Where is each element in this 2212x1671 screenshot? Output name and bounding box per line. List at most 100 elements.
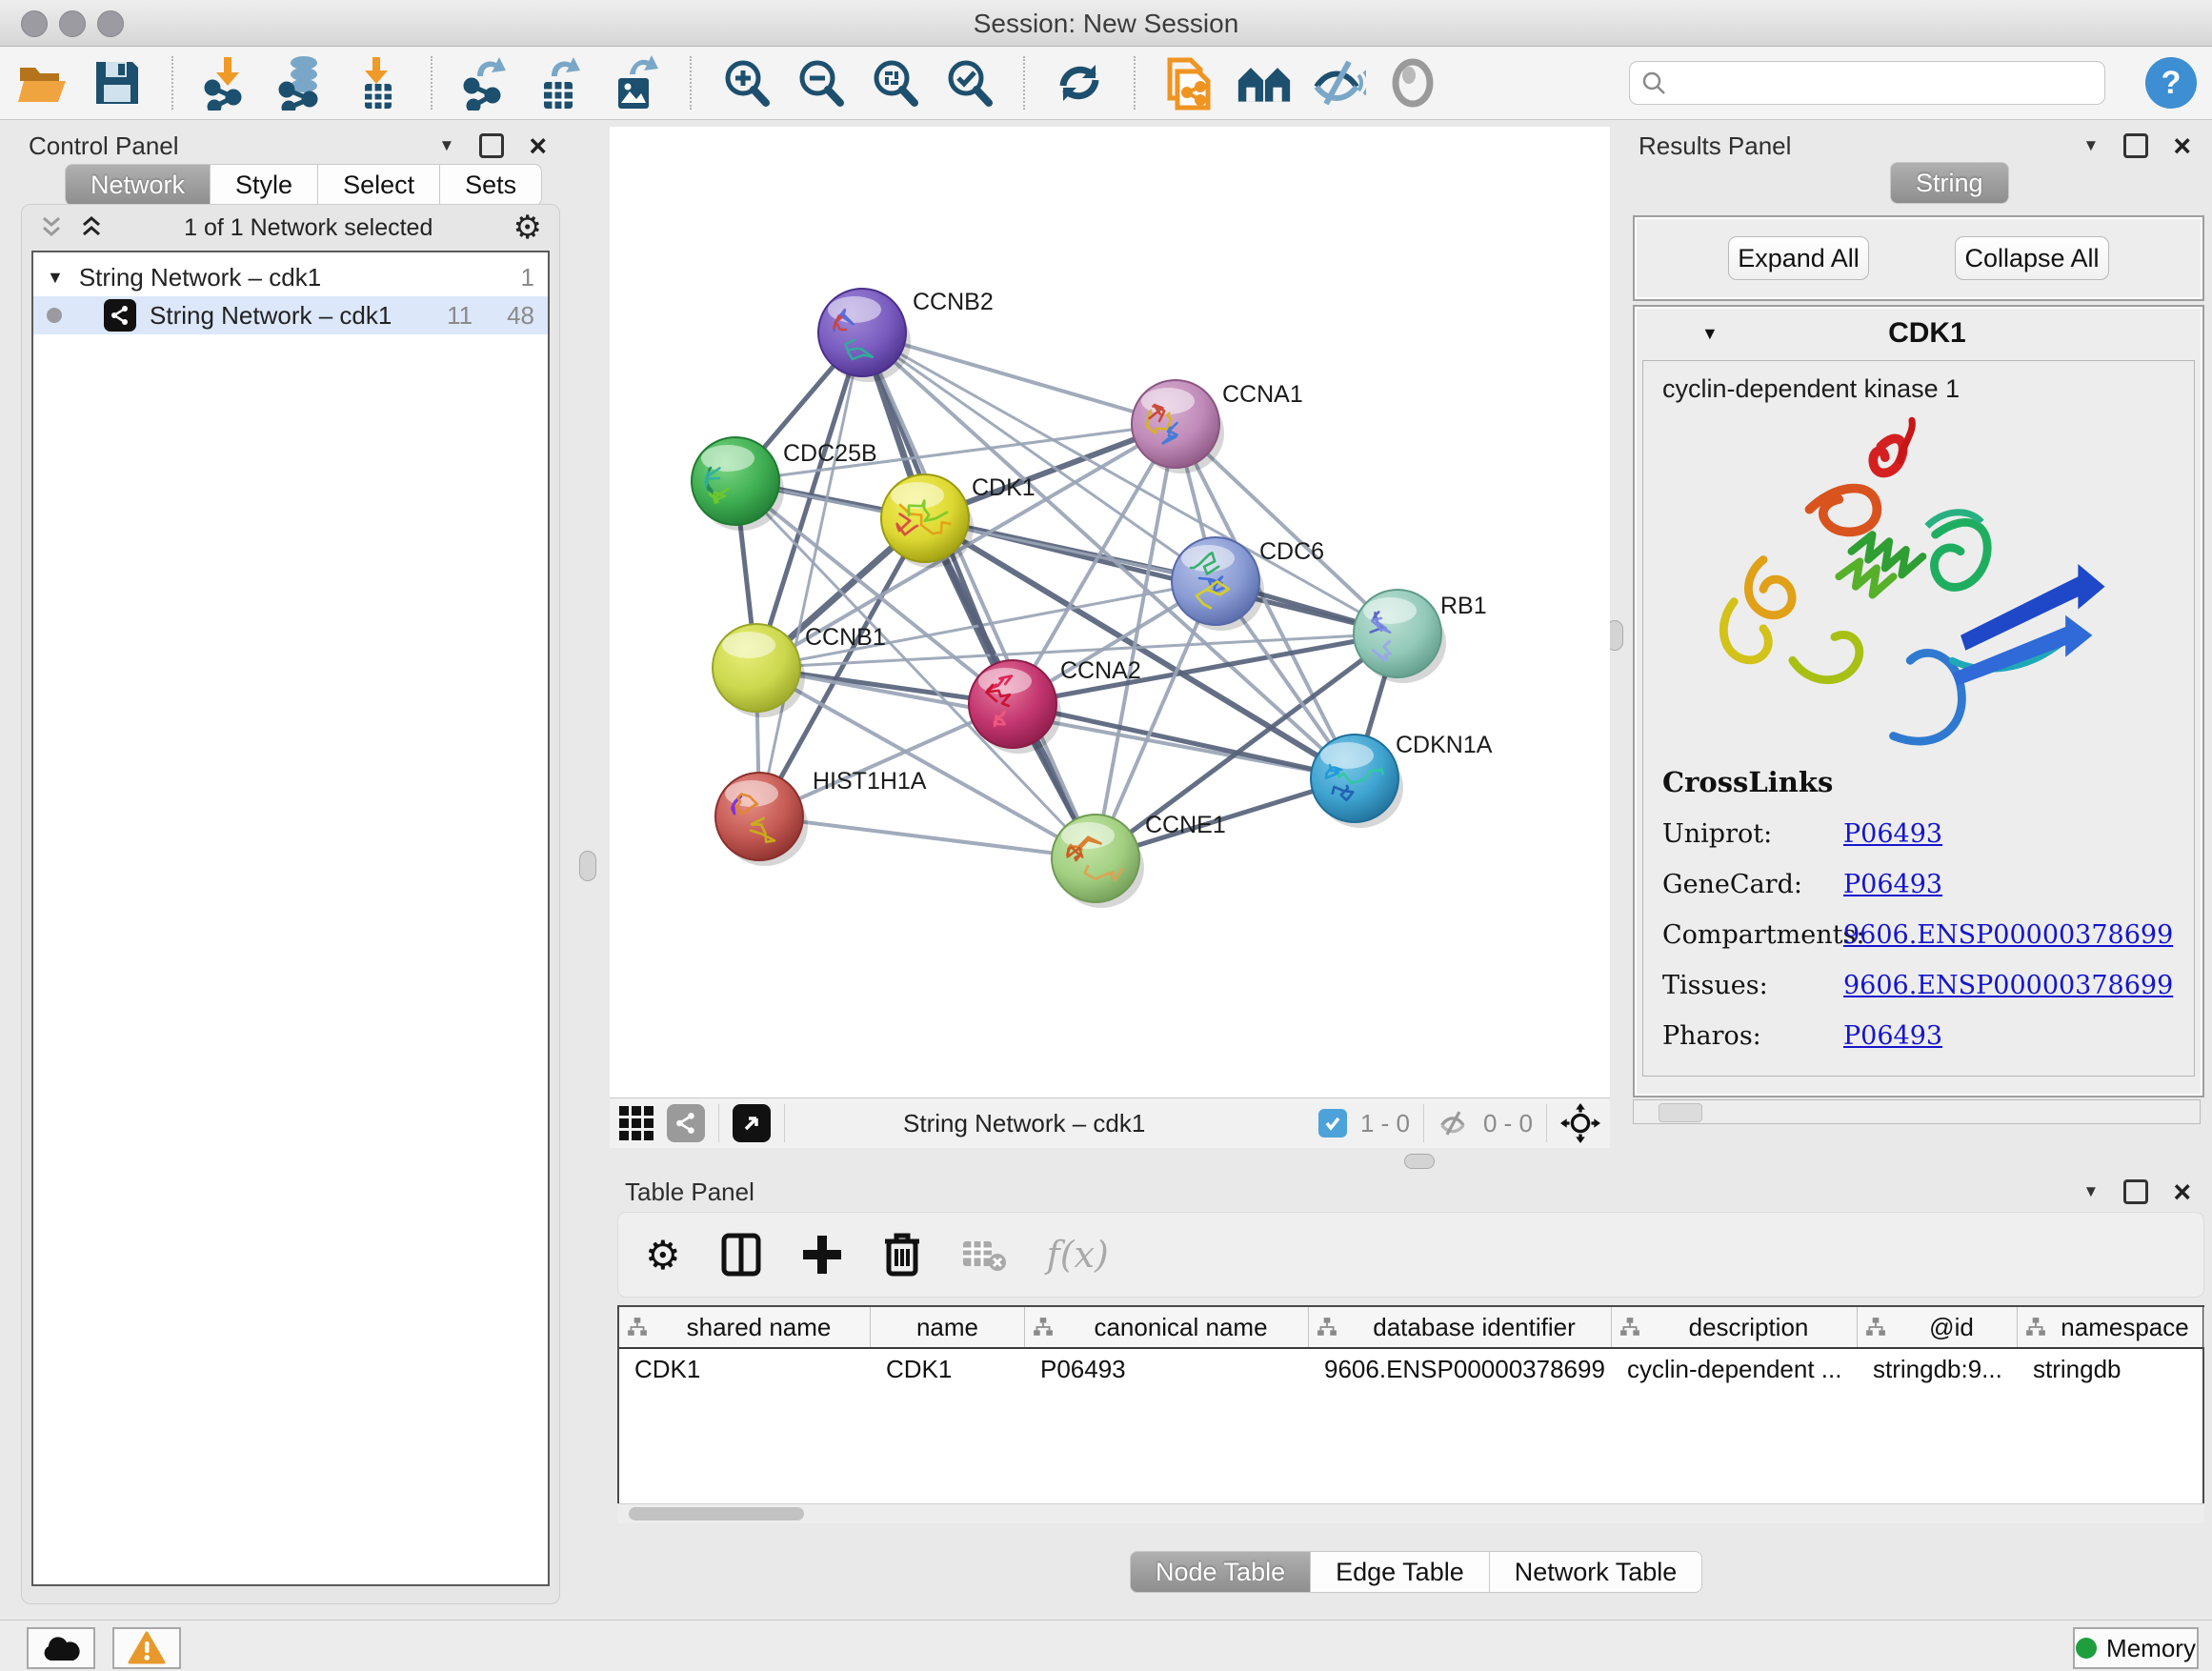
- results-horizontal-scrollbar[interactable]: [1633, 1099, 2201, 1124]
- node-CCNB1[interactable]: CCNB1: [713, 624, 886, 717]
- add-column-icon[interactable]: [801, 1234, 843, 1276]
- edge-CCNA2-CDKN1A[interactable]: [1013, 704, 1355, 778]
- search-field[interactable]: [1674, 68, 2093, 99]
- tab-style[interactable]: Style: [211, 164, 318, 206]
- share-view-icon[interactable]: [667, 1104, 705, 1142]
- table-cell[interactable]: CDK1: [871, 1355, 1025, 1384]
- scrollbar-thumb[interactable]: [629, 1507, 804, 1520]
- table-cell[interactable]: 9606.ENSP00000378699: [1309, 1355, 1612, 1384]
- import-network-database-button[interactable]: [274, 55, 330, 111]
- node-CCNB2[interactable]: CCNB2: [818, 289, 994, 382]
- tab-network[interactable]: Network: [65, 164, 211, 206]
- zoom-in-button[interactable]: [718, 55, 774, 111]
- export-table-button[interactable]: [533, 55, 589, 111]
- network-tree-child-row[interactable]: String Network – cdk1 11 48: [33, 296, 548, 334]
- column-header-canonical-name[interactable]: canonical name: [1025, 1307, 1309, 1347]
- help-button[interactable]: ?: [2145, 57, 2197, 109]
- tab-select[interactable]: Select: [318, 164, 440, 206]
- collapse-all-button[interactable]: Collapse All: [1955, 236, 2109, 280]
- panel-collapse-icon[interactable]: ▼: [2082, 1182, 2099, 1201]
- grid-view-icon[interactable]: [619, 1106, 654, 1140]
- table-horizontal-scrollbar[interactable]: [617, 1503, 2204, 1523]
- crosslink-value-link[interactable]: P06493: [1843, 819, 1942, 849]
- node-CDKN1A[interactable]: CDKN1A: [1311, 732, 1493, 828]
- column-header--id[interactable]: @id: [1858, 1307, 2018, 1347]
- scrollbar-thumb[interactable]: [1659, 1103, 1702, 1122]
- gear-icon[interactable]: ⚙: [513, 209, 542, 247]
- node-CDC25B[interactable]: CDC25B: [692, 437, 877, 531]
- entry-collapse-icon[interactable]: ▼: [1701, 324, 1719, 344]
- panel-collapse-icon[interactable]: ▼: [2082, 136, 2099, 155]
- crosslink-value-link[interactable]: P06493: [1843, 1021, 1942, 1051]
- zoom-selected-button[interactable]: [941, 55, 996, 111]
- hidden-eye-icon[interactable]: [1438, 1110, 1470, 1137]
- table-row[interactable]: CDK1CDK1P064939606.ENSP00000378699cyclin…: [619, 1349, 2202, 1389]
- tab-edge-table[interactable]: Edge Table: [1311, 1551, 1490, 1593]
- column-header-namespace[interactable]: namespace: [2018, 1307, 2204, 1347]
- table-body[interactable]: CDK1CDK1P064939606.ENSP00000378699cyclin…: [619, 1349, 2202, 1389]
- sphere-view-button[interactable]: [1385, 55, 1440, 111]
- node-RB1[interactable]: RB1: [1354, 590, 1487, 683]
- table-cell[interactable]: stringdb:9...: [1858, 1355, 2018, 1384]
- chevron-double-down-icon[interactable]: [39, 215, 64, 240]
- tab-node-table[interactable]: Node Table: [1130, 1551, 1311, 1593]
- save-session-button[interactable]: [90, 55, 145, 111]
- delete-table-icon[interactable]: [961, 1238, 1007, 1272]
- results-entry-header[interactable]: ▼ CDK1: [1635, 307, 2202, 360]
- expand-all-button[interactable]: Expand All: [1728, 236, 1869, 280]
- cloud-status-button[interactable]: [27, 1627, 95, 1669]
- column-header-description[interactable]: description: [1612, 1307, 1858, 1347]
- panel-close-icon[interactable]: ×: [529, 136, 547, 155]
- detach-view-icon[interactable]: [733, 1104, 771, 1142]
- column-header-database-identifier[interactable]: database identifier: [1309, 1307, 1612, 1347]
- column-header-shared-name[interactable]: shared name: [619, 1307, 871, 1347]
- tab-string[interactable]: String: [1890, 162, 2009, 204]
- glass-ball-toggle-button[interactable]: [1311, 55, 1366, 111]
- panel-float-icon[interactable]: [2123, 1179, 2148, 1204]
- bottom-splitter-handle[interactable]: [1404, 1154, 1435, 1169]
- panel-float-icon[interactable]: [2123, 133, 2148, 158]
- crosslink-value-link[interactable]: P06493: [1843, 870, 1942, 899]
- string-import-button[interactable]: [1162, 55, 1217, 111]
- node-CCNA1[interactable]: CCNA1: [1132, 380, 1303, 473]
- panel-collapse-icon[interactable]: ▼: [438, 136, 454, 155]
- export-network-button[interactable]: [459, 55, 514, 111]
- tab-network-table[interactable]: Network Table: [1490, 1551, 1703, 1593]
- table-cell[interactable]: cyclin-dependent ...: [1612, 1355, 1858, 1384]
- show-columns-icon[interactable]: [721, 1233, 761, 1277]
- search-input[interactable]: [1629, 61, 2105, 105]
- table-cell[interactable]: P06493: [1025, 1355, 1309, 1384]
- string-home-button[interactable]: [1237, 55, 1292, 111]
- warning-status-button[interactable]: [112, 1627, 181, 1669]
- tree-expander-icon[interactable]: ▼: [47, 268, 64, 288]
- node-CCNA2[interactable]: CCNA2: [969, 657, 1141, 754]
- node-HIST1H1A[interactable]: HIST1H1A: [715, 768, 927, 866]
- function-builder-icon[interactable]: f(x): [1047, 1234, 1109, 1276]
- table-settings-gear-icon[interactable]: ⚙: [645, 1232, 681, 1278]
- panel-close-icon[interactable]: ×: [2173, 136, 2191, 155]
- panel-float-icon[interactable]: [479, 133, 504, 158]
- network-tree-root-row[interactable]: ▼ String Network – cdk1 1: [33, 258, 548, 296]
- delete-column-trash-icon[interactable]: [883, 1232, 921, 1278]
- edge-CCNB2-HIST1H1A[interactable]: [759, 332, 862, 816]
- zoom-fit-button[interactable]: [867, 55, 922, 111]
- table-header-row[interactable]: shared namenamecanonical namedatabase id…: [619, 1307, 2202, 1349]
- crosslink-value-link[interactable]: 9606.ENSP00000378699: [1843, 920, 2173, 950]
- refresh-layout-button[interactable]: [1052, 55, 1107, 111]
- table-cell[interactable]: CDK1: [619, 1355, 871, 1384]
- selected-checkbox-icon[interactable]: [1318, 1109, 1347, 1137]
- open-session-button[interactable]: [15, 55, 70, 111]
- network-canvas[interactable]: CCNB2CCNA1CDC25BCDK1CDC6RB1CCNB1CCNA2CDK…: [610, 127, 1610, 1097]
- import-table-file-button[interactable]: [349, 55, 404, 111]
- left-splitter-handle[interactable]: [579, 851, 596, 881]
- crosslink-value-link[interactable]: 9606.ENSP00000378699: [1843, 971, 2173, 1000]
- memory-button[interactable]: Memory: [2073, 1627, 2199, 1669]
- chevron-double-up-icon[interactable]: [79, 215, 104, 240]
- birdseye-crosshair-icon[interactable]: [1560, 1103, 1600, 1143]
- export-image-button[interactable]: [608, 55, 663, 111]
- import-network-file-button[interactable]: [200, 55, 255, 111]
- table-cell[interactable]: stringdb: [2018, 1355, 2204, 1384]
- panel-close-icon[interactable]: ×: [2173, 1182, 2191, 1201]
- network-graph[interactable]: CCNB2CCNA1CDC25BCDK1CDC6RB1CCNB1CCNA2CDK…: [610, 127, 1610, 1097]
- column-header-name[interactable]: name: [871, 1307, 1025, 1347]
